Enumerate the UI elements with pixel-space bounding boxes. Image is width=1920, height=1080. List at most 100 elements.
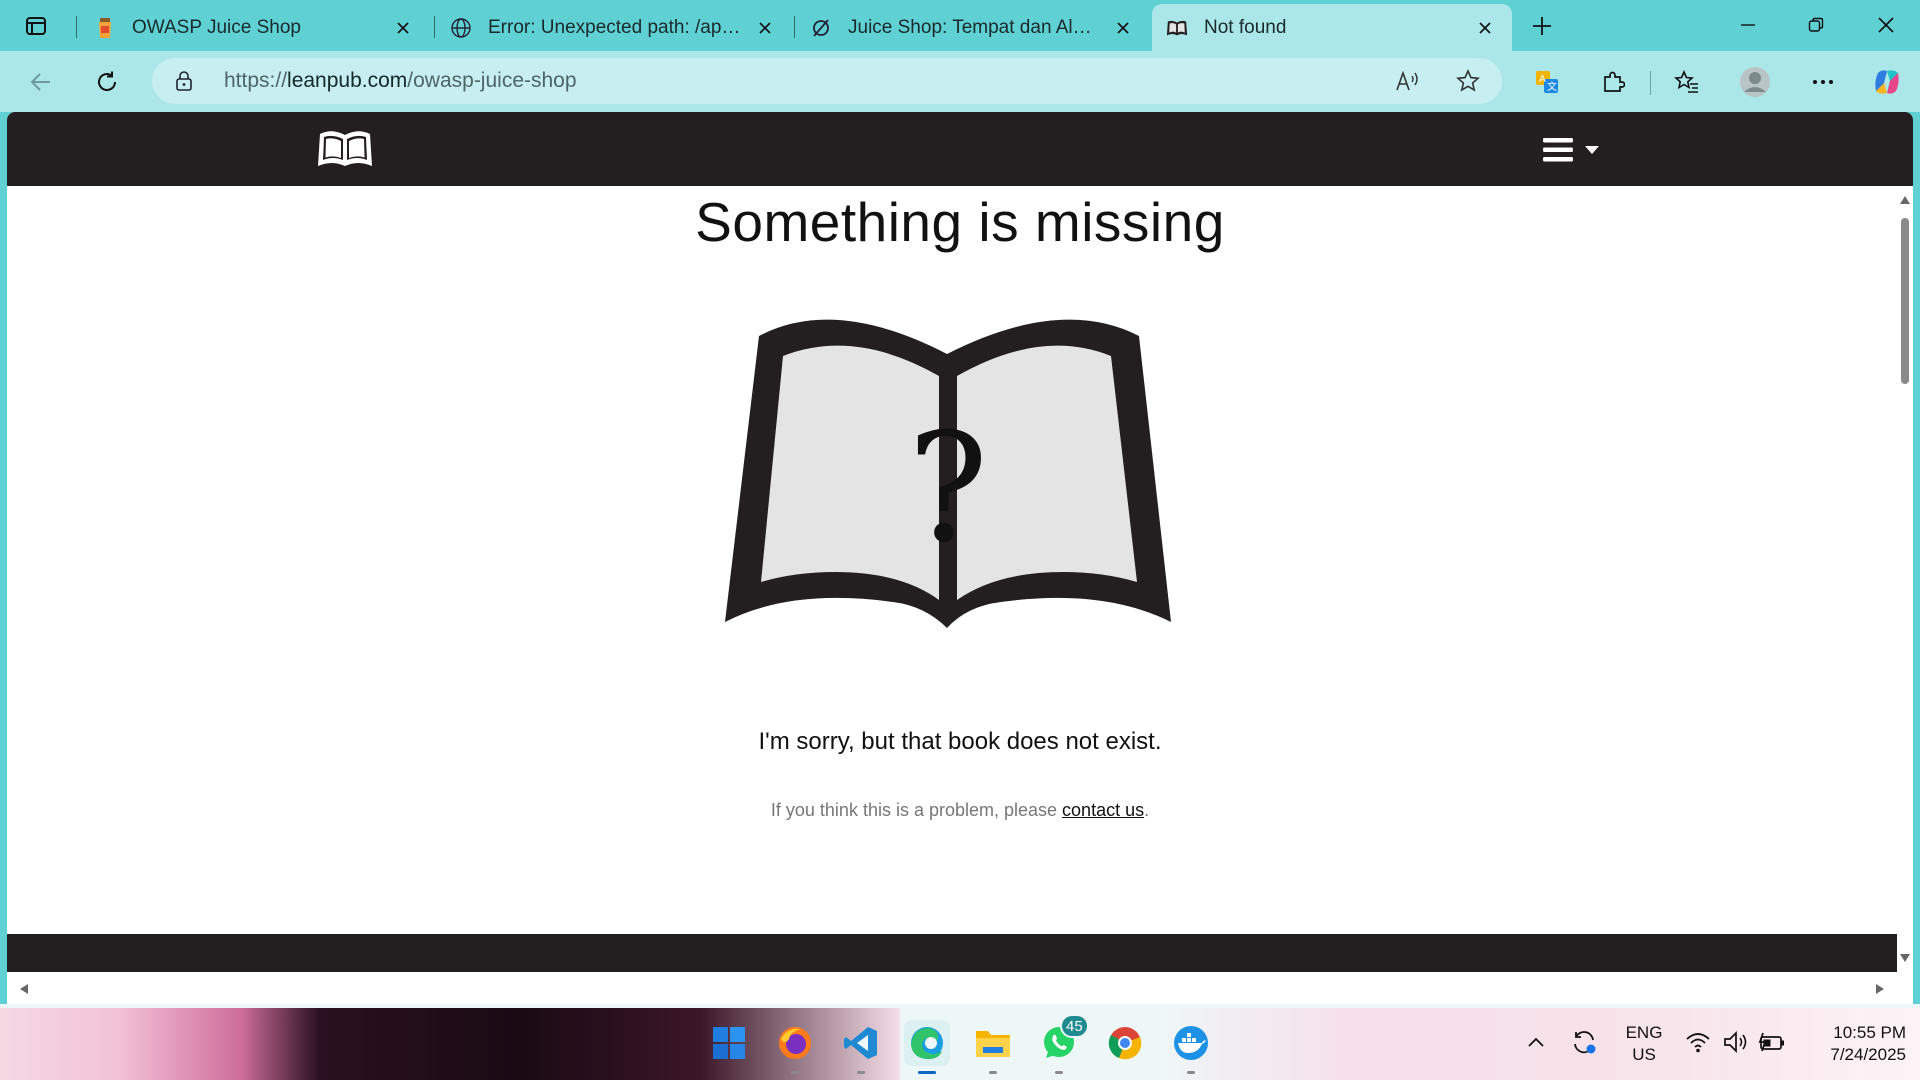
puzzle-icon [1604,71,1625,92]
restore-button[interactable] [1786,6,1846,44]
taskbar-file-explorer[interactable] [970,1020,1016,1074]
favorite-star-icon[interactable] [1452,66,1484,96]
tab-api-error[interactable]: Error: Unexpected path: /api/profi [436,4,792,51]
close-window-button[interactable] [1856,6,1916,44]
windows-taskbar: 45 ENG US 10:55 PM 7/24/2025 [0,1004,1920,1080]
translate-extension-button[interactable]: A文 [1526,61,1568,103]
tab-actions-button[interactable] [12,8,60,44]
sync-status-button[interactable] [1568,1026,1600,1058]
active-indicator [918,1071,936,1074]
profile-button[interactable] [1734,61,1776,103]
browser-viewport: Something is missing ? I'm sorry, but th… [7,112,1913,1004]
vscode-icon [844,1027,877,1059]
system-clock[interactable]: 10:55 PM 7/24/2025 [1790,1022,1906,1066]
running-indicator [989,1071,997,1074]
tab-close-icon[interactable] [1472,15,1498,41]
tab-not-found[interactable]: Not found [1152,4,1512,51]
firefox-icon [779,1027,811,1059]
page-title: Something is missing [695,191,1225,253]
favorites-button[interactable] [1666,61,1708,103]
docker-icon [1174,1026,1208,1060]
site-header [7,112,1913,186]
back-button[interactable] [20,61,62,103]
tab-close-icon[interactable] [752,15,778,41]
tab-separator [794,16,795,38]
tab-separator [434,16,435,38]
language-region: US [1632,1045,1656,1064]
reload-icon [98,71,116,91]
show-hidden-icons-button[interactable] [1520,1026,1552,1058]
address-bar[interactable]: https://leanpub.com/owasp-juice-shop [152,58,1502,104]
taskbar-chrome[interactable] [1102,1020,1148,1066]
running-indicator [1055,1071,1063,1074]
not-found-message: I'm sorry, but that book does not exist. [758,728,1162,755]
tab-separator [76,16,77,38]
reload-button[interactable] [86,61,128,103]
more-dots-icon [1813,80,1833,84]
back-arrow-icon [30,73,50,91]
start-button[interactable] [706,1020,752,1066]
vertical-scroll-thumb[interactable] [1901,218,1909,384]
wifi-icon [1686,1033,1710,1053]
missing-book-illustration: ? [725,319,1171,628]
language-code: ENG [1625,1023,1663,1042]
tab-close-icon[interactable] [390,15,416,41]
taskbar-whatsapp[interactable]: 45 [1036,1014,1089,1074]
tab-juice-shop-book[interactable]: Juice Shop: Tempat dan Alat Sega [796,4,1150,51]
settings-more-button[interactable] [1802,61,1844,103]
hamburger-icon [1543,138,1573,162]
tab-close-icon[interactable] [1110,15,1136,41]
volume-control[interactable] [1720,1026,1752,1058]
taskbar-edge[interactable] [904,1020,950,1074]
contact-hint-text: If you think this is a problem, please [770,800,1063,820]
windows-logo-icon [713,1027,745,1059]
contact-us-link[interactable]: contact us [1062,800,1144,820]
taskbar-vscode[interactable] [838,1020,884,1074]
contact-hint-period: . [1144,800,1150,820]
taskbar-firefox[interactable] [772,1020,818,1074]
wifi-status[interactable] [1682,1026,1714,1058]
folder-icon [976,1031,1010,1057]
read-aloud-icon[interactable] [1392,66,1424,96]
leanpub-book-favicon [1166,17,1188,39]
scroll-up-arrow-icon[interactable] [1899,194,1911,206]
leanpub-logo[interactable] [317,128,373,170]
extensions-button[interactable] [1592,61,1634,103]
battery-charging-icon [1758,1032,1784,1052]
battery-status[interactable] [1756,1026,1788,1058]
scroll-left-arrow-icon[interactable] [17,982,31,996]
scroll-right-arrow-icon[interactable] [1873,982,1887,996]
running-indicator [1187,1071,1195,1074]
new-tab-button[interactable] [1524,10,1560,42]
plus-icon [1533,17,1551,35]
scroll-down-arrow-icon[interactable] [1899,952,1911,964]
copilot-button[interactable] [1866,61,1908,103]
tab-owasp-juice-shop[interactable]: OWASP Juice Shop [80,4,430,51]
running-indicator [857,1071,865,1074]
url-domain: leanpub.com [287,69,408,92]
svg-text:文: 文 [1547,80,1557,93]
tab-actions-icon [26,17,46,35]
close-icon [1878,17,1894,33]
url-path: /owasp-juice-shop [407,69,577,92]
chrome-icon [1108,1027,1142,1060]
vertical-scrollbar[interactable] [1897,186,1913,972]
url-scheme: https:// [224,69,288,92]
contact-hint: If you think this is a problem, please c… [7,800,1913,821]
edge-icon [911,1027,943,1059]
not-found-content: Something is missing ? I'm sorry, but th… [7,186,1897,1004]
translate-icon: A文 [1536,71,1558,93]
minimize-button[interactable] [1718,6,1778,44]
taskbar-docker[interactable] [1168,1020,1214,1074]
tab-strip: OWASP Juice Shop Error: Unexpected path:… [0,0,1920,51]
lock-icon[interactable] [174,70,194,97]
hamburger-menu-button[interactable] [1542,132,1612,168]
horizontal-scrollbar[interactable] [7,972,1913,1004]
restore-icon [1808,17,1824,32]
running-indicator [791,1071,799,1074]
input-language-indicator[interactable]: ENG US [1620,1022,1668,1066]
wallpaper-area [0,1008,900,1080]
globe-icon [450,17,472,39]
toolbar-separator [1650,71,1651,95]
chevron-up-icon [1528,1037,1544,1047]
